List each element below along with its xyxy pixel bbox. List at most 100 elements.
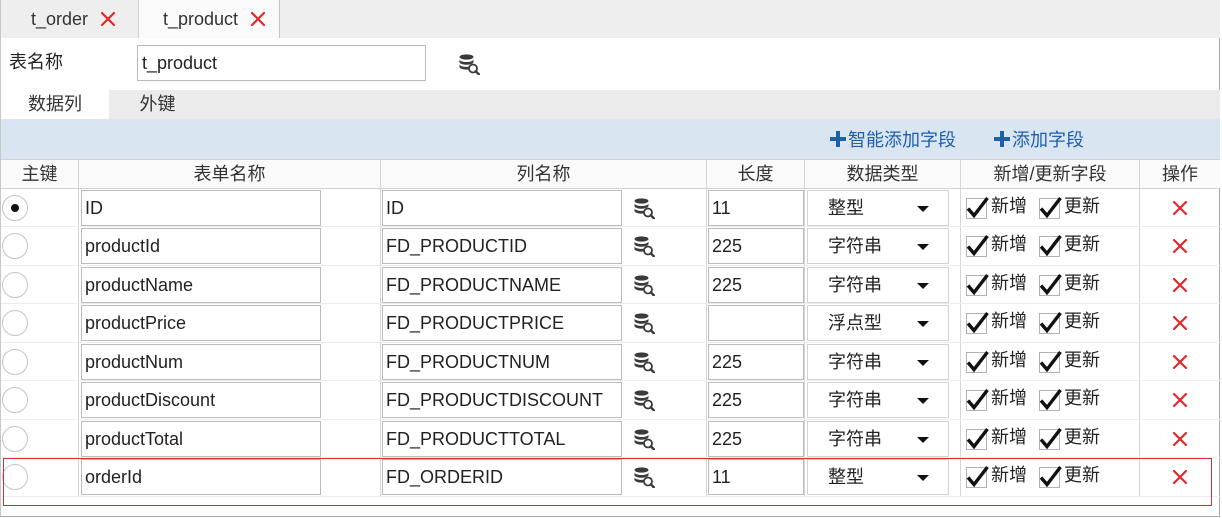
update-checkbox-label: 更新 [1064,427,1100,447]
form-name-input[interactable] [81,190,321,226]
column-header-form-name: 表单名称 [79,160,381,188]
insert-checkbox[interactable] [965,311,989,335]
primary-key-radio[interactable] [2,349,28,375]
delete-row-button[interactable] [1171,430,1189,448]
column-header-primary-key: 主键 [1,160,79,188]
add-field-button[interactable]: 添加字段 [993,119,1084,159]
delete-row-button[interactable] [1171,314,1189,332]
data-type-select[interactable]: 字符串 [807,382,949,418]
insert-checkbox[interactable] [965,350,989,374]
form-name-input[interactable] [81,305,321,341]
database-search-icon[interactable] [633,466,655,488]
update-checkbox[interactable] [1038,465,1062,489]
column-name-input[interactable] [382,421,622,457]
form-name-input[interactable] [81,421,321,457]
data-type-select[interactable]: 字符串 [807,228,949,264]
data-type-select[interactable]: 字符串 [807,421,949,457]
update-checkbox[interactable] [1038,350,1062,374]
column-name-input[interactable] [382,459,622,495]
length-input[interactable] [708,344,804,380]
database-search-icon[interactable] [633,235,655,257]
form-name-input[interactable] [81,382,321,418]
form-name-input[interactable] [81,459,321,495]
length-input[interactable] [708,228,804,264]
database-search-icon[interactable] [633,351,655,373]
close-icon[interactable] [249,10,267,28]
table-name-input[interactable] [137,45,426,81]
database-search-icon[interactable] [633,389,655,411]
primary-key-radio[interactable] [2,233,28,259]
length-input[interactable] [708,267,804,303]
table-header: 主键 表单名称 列名称 长度 数据类型 新增/更新字段 操作 [1,159,1220,189]
plus-icon [993,130,1011,148]
data-type-select[interactable]: 整型 [807,459,949,495]
delete-row-button[interactable] [1171,276,1189,294]
data-type-select[interactable]: 字符串 [807,344,949,380]
update-checkbox[interactable] [1038,427,1062,451]
insert-checkbox[interactable] [965,234,989,258]
delete-row-button[interactable] [1171,353,1189,371]
database-search-icon[interactable] [633,197,655,219]
primary-key-cell [1,227,79,265]
close-icon[interactable] [99,10,117,28]
data-type-select[interactable]: 浮点型 [807,305,949,341]
actions-cell [1140,343,1220,380]
primary-key-radio[interactable] [2,310,28,336]
update-checkbox[interactable] [1038,388,1062,412]
data-type-select[interactable]: 字符串 [807,267,949,303]
update-checkbox[interactable] [1038,273,1062,297]
update-checkbox[interactable] [1038,311,1062,335]
tab-foreign-keys[interactable]: 外键 [109,90,206,119]
length-input[interactable] [708,459,804,495]
primary-key-radio[interactable] [2,464,28,490]
database-search-icon[interactable] [458,53,480,75]
data-type-value: 字符串 [828,390,882,410]
column-name-input[interactable] [382,344,622,380]
data-type-value: 字符串 [828,275,882,295]
form-name-input[interactable] [81,228,321,264]
insert-checkbox[interactable] [965,388,989,412]
insert-checkbox[interactable] [965,273,989,297]
data-type-value: 字符串 [828,429,882,449]
delete-row-button[interactable] [1171,237,1189,255]
column-name-input[interactable] [382,382,622,418]
column-header-column-name: 列名称 [381,160,707,188]
column-name-input[interactable] [382,267,622,303]
close-icon [1171,314,1189,332]
smart-add-field-button[interactable]: 智能添加字段 [829,119,956,159]
database-search-icon[interactable] [633,312,655,334]
column-name-input[interactable] [382,190,622,226]
insert-checkbox[interactable] [965,196,989,220]
length-input[interactable] [708,421,804,457]
table-name-label: 表名称 [9,52,63,72]
form-name-cell [79,420,381,457]
column-name-input[interactable] [382,305,622,341]
primary-key-radio[interactable] [2,387,28,413]
data-type-select[interactable]: 整型 [807,190,949,226]
tab-data-columns[interactable]: 数据列 [1,90,109,119]
database-search-icon[interactable] [633,428,655,450]
primary-key-radio[interactable] [2,272,28,298]
insert-checkbox[interactable] [965,465,989,489]
length-input[interactable] [708,190,804,226]
length-input[interactable] [708,305,804,341]
primary-key-radio[interactable] [2,426,28,452]
form-name-input[interactable] [81,267,321,303]
delete-row-button[interactable] [1171,468,1189,486]
length-input[interactable] [708,382,804,418]
length-cell [707,266,805,303]
primary-key-radio[interactable] [2,195,28,221]
database-search-icon[interactable] [633,274,655,296]
delete-row-button[interactable] [1171,199,1189,217]
column-name-input[interactable] [382,228,622,264]
insert-checkbox[interactable] [965,427,989,451]
delete-row-button[interactable] [1171,391,1189,409]
form-name-input[interactable] [81,344,321,380]
chevron-down-icon [917,360,929,366]
column-name-cell [381,266,707,303]
table-row: 浮点型 新增 更新 [1,304,1220,343]
tab-t-product[interactable]: t_product [138,0,280,38]
update-checkbox[interactable] [1038,196,1062,220]
update-checkbox[interactable] [1038,234,1062,258]
tab-t-order[interactable]: t_order [1,0,138,38]
